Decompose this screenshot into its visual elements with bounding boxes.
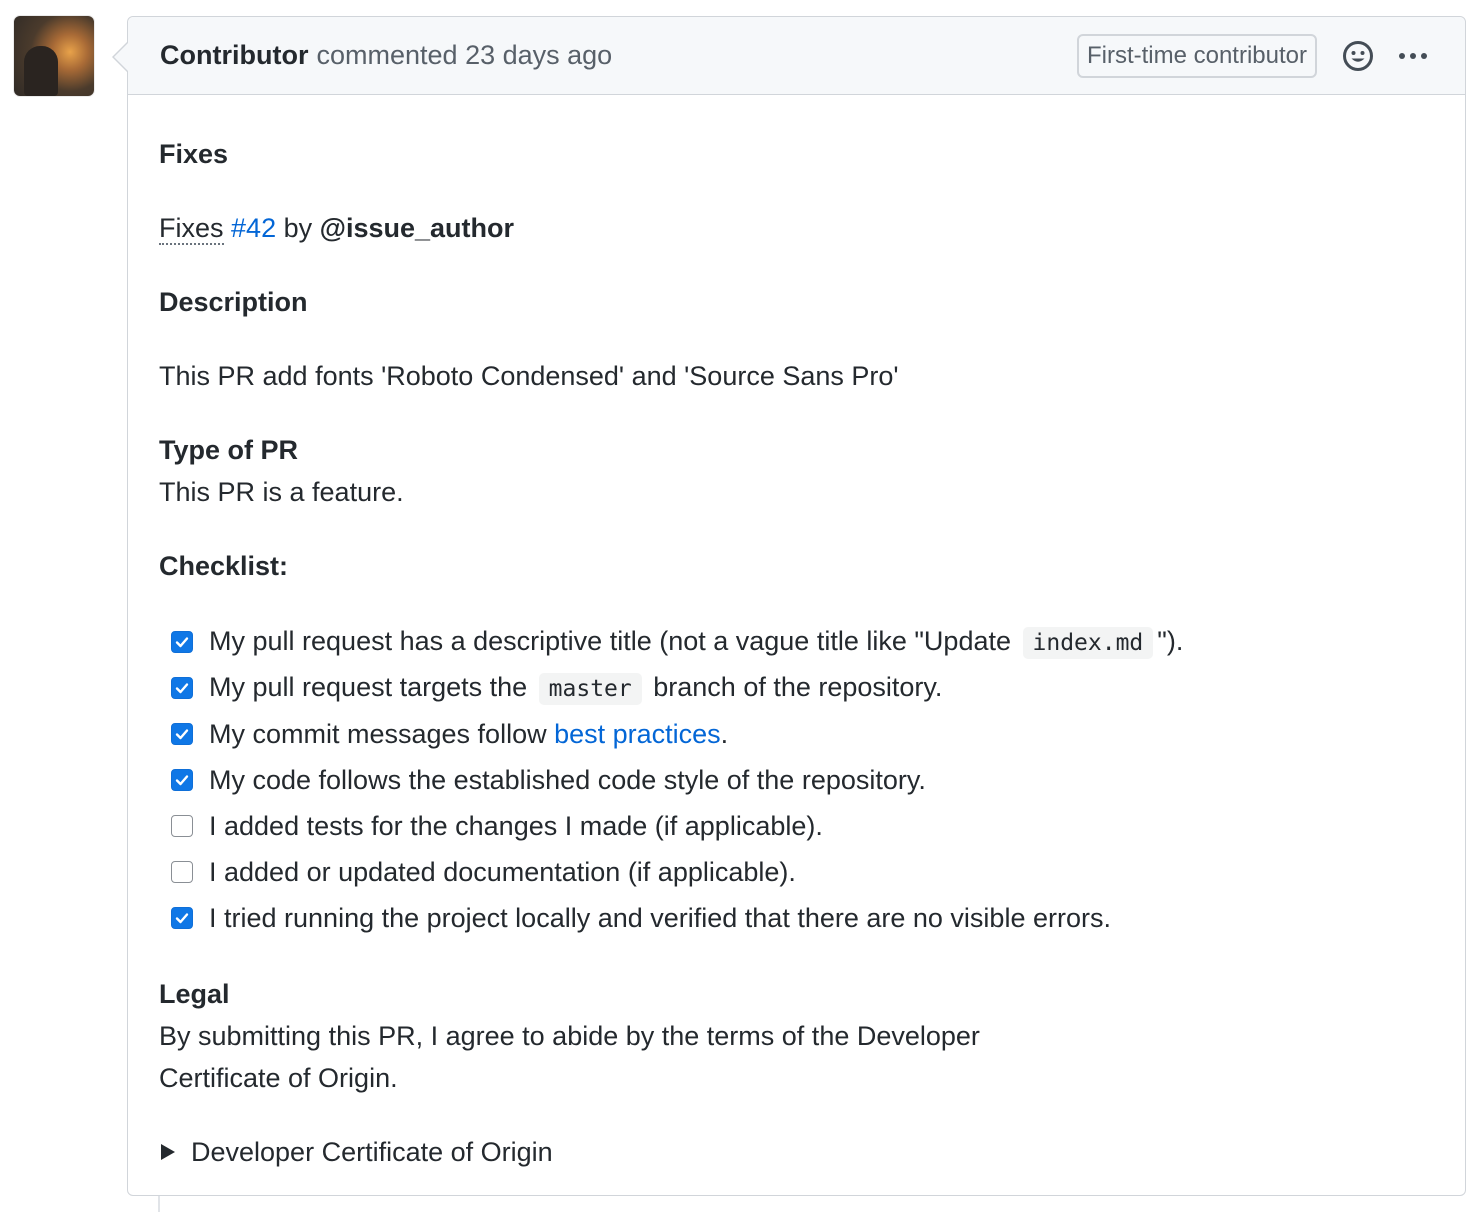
legal-text-line-1: By submitting this PR, I agree to abide … [159, 1021, 980, 1051]
task-text-main: I added or updated documentation (if app… [209, 857, 796, 887]
legal-text-line-2: Certificate of Origin. [159, 1063, 398, 1093]
task-checkbox-checked[interactable] [171, 769, 193, 791]
smiley-icon [1343, 40, 1373, 71]
inline-code: master [538, 673, 642, 705]
task-text-main: I added tests for the changes I made (if… [209, 811, 823, 841]
page: Contributor commented 23 days ago First-… [0, 0, 1482, 1212]
checkmark-icon [175, 913, 189, 924]
task-text: My code follows the established code sty… [209, 759, 926, 801]
task-checkbox-checked[interactable] [171, 723, 193, 745]
add-reaction-button[interactable] [1341, 39, 1375, 73]
task-text-main: My pull request targets the [209, 672, 535, 702]
type-heading: Type of PR [159, 435, 299, 465]
by-word: by [283, 213, 313, 243]
task-list-item: I tried running the project locally and … [171, 895, 1434, 941]
inline-code: index.md [1022, 627, 1154, 659]
best-practices-link[interactable]: best practices [554, 719, 721, 749]
description-text: This PR add fonts 'Roboto Condensed' and… [159, 361, 899, 391]
task-checkbox-unchecked[interactable] [171, 861, 193, 883]
task-checkbox-unchecked[interactable] [171, 815, 193, 837]
task-list: My pull request has a descriptive title … [159, 619, 1434, 941]
description-heading: Description [159, 287, 308, 317]
checkmark-icon [175, 775, 189, 786]
checkmark-icon [175, 683, 189, 694]
comment-box: Contributor commented 23 days ago First-… [112, 16, 1466, 1196]
task-text-tail: . [720, 719, 729, 749]
timeline-line [158, 1196, 160, 1212]
task-list-item: I added tests for the changes I made (if… [171, 803, 1434, 849]
avatar-silhouette [24, 46, 58, 96]
more-options-button[interactable] [1393, 39, 1433, 73]
comment-header: Contributor commented 23 days ago First-… [128, 17, 1465, 95]
task-list-item: My pull request targets the master branc… [171, 665, 1434, 711]
task-text-tail: "). [1157, 626, 1184, 656]
comment-timestamp[interactable]: 23 days ago [465, 40, 612, 70]
task-list-item: I added or updated documentation (if app… [171, 849, 1434, 895]
comment-action: commented [316, 40, 458, 70]
issue-link[interactable]: #42 [231, 213, 276, 243]
first-time-contributor-badge: First-time contributor [1076, 33, 1317, 78]
author-link[interactable]: Contributor [160, 40, 308, 71]
fixes-line: Fixes #42 by @issue_author [159, 207, 1434, 249]
task-text: I added tests for the changes I made (if… [209, 805, 823, 847]
task-list-item: My code follows the established code sty… [171, 757, 1434, 803]
issue-author-mention[interactable]: @issue_author [320, 213, 514, 243]
comment-pointer-fill [114, 42, 129, 72]
task-text: My pull request targets the master branc… [209, 666, 942, 710]
type-text: This PR is a feature. [159, 477, 404, 507]
header-actions: First-time contributor [1076, 33, 1433, 78]
checkmark-icon [175, 729, 189, 740]
task-text-main: My commit messages follow [209, 719, 555, 749]
dco-details-summary[interactable]: Developer Certificate of Origin [159, 1131, 1434, 1173]
task-text-main: My code follows the established code sty… [209, 765, 926, 795]
triangle-right-icon [161, 1144, 175, 1160]
avatar[interactable] [14, 16, 94, 96]
dco-details-label: Developer Certificate of Origin [191, 1137, 553, 1167]
task-checkbox-checked[interactable] [171, 907, 193, 929]
checkmark-icon [175, 637, 189, 648]
fixes-heading: Fixes [159, 139, 229, 169]
task-text: I tried running the project locally and … [209, 897, 1111, 939]
fixes-keyword: Fixes [159, 213, 224, 245]
comment-body: Fixes Fixes #42 by @issue_author Descrip… [128, 95, 1465, 1173]
task-text: My commit messages follow best practices… [209, 713, 728, 755]
legal-heading: Legal [159, 979, 230, 1009]
task-text: I added or updated documentation (if app… [209, 851, 796, 893]
checklist-heading: Checklist: [159, 551, 289, 581]
task-text-main: I tried running the project locally and … [209, 903, 1111, 933]
comment-meta: commented 23 days ago [316, 40, 612, 71]
task-text: My pull request has a descriptive title … [209, 620, 1183, 664]
task-list-item: My commit messages follow best practices… [171, 711, 1434, 757]
kebab-horizontal-icon [1399, 52, 1427, 59]
task-list-item: My pull request has a descriptive title … [171, 619, 1434, 665]
task-checkbox-checked[interactable] [171, 631, 193, 653]
task-text-tail: branch of the repository. [645, 672, 943, 702]
task-text-main: My pull request has a descriptive title … [209, 626, 1019, 656]
task-checkbox-checked[interactable] [171, 677, 193, 699]
